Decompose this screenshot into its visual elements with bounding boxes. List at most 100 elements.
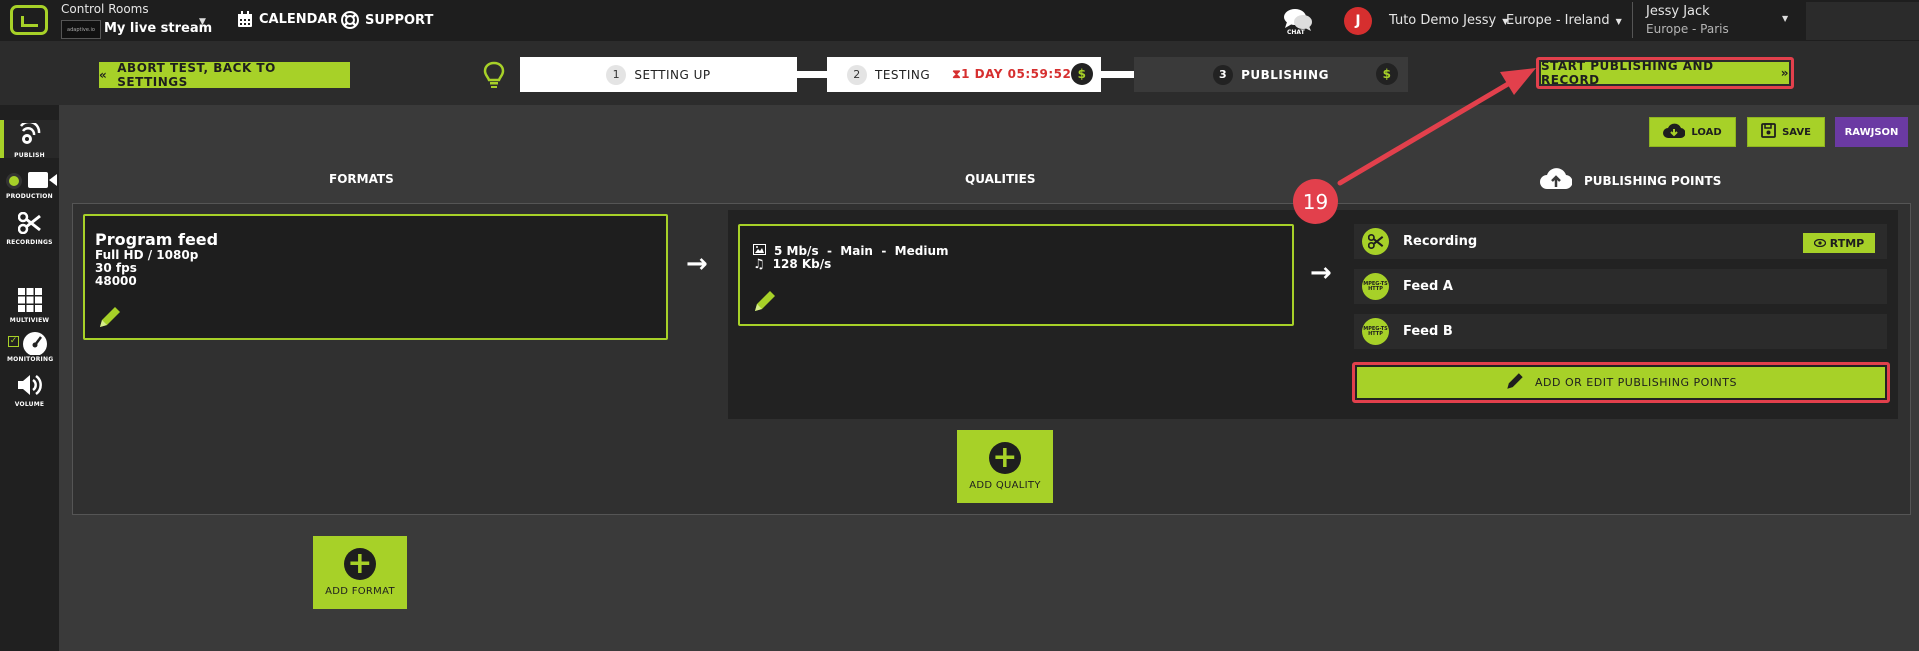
- dollar-icon: $: [1071, 63, 1093, 85]
- step-callout-badge: 19: [1293, 179, 1338, 224]
- plus-circle-icon: +: [344, 548, 376, 580]
- eye-icon: [1813, 237, 1826, 250]
- publishing-point-name: Feed B: [1403, 324, 1453, 339]
- region-select[interactable]: Europe - Ireland ▼: [1506, 13, 1622, 28]
- sidebar-label: MONITORING: [7, 356, 54, 363]
- pencil-icon: [1505, 371, 1525, 394]
- publishing-point-row[interactable]: MPEG-TS HTTP Feed A: [1354, 269, 1887, 304]
- chevron-down-icon[interactable]: ▼: [1782, 14, 1788, 23]
- format-resolution: Full HD / 1080p: [95, 248, 199, 262]
- sidebar-label: MULTIVIEW: [9, 317, 50, 324]
- lightbulb-icon[interactable]: [481, 60, 507, 90]
- rawjson-button[interactable]: RAWJSON: [1835, 117, 1908, 147]
- mpeg-ts-http-icon: MPEG-TS HTTP: [1362, 273, 1389, 300]
- nav-support-label: SUPPORT: [365, 12, 434, 28]
- stream-name[interactable]: My live stream: [104, 21, 212, 36]
- format-card[interactable]: Program feed Full HD / 1080p 30 fps 4800…: [83, 214, 668, 340]
- broadcast-icon: [17, 120, 43, 151]
- format-title: Program feed: [95, 230, 219, 249]
- dollar-icon: $: [1376, 63, 1398, 85]
- step-testing: 2 TESTING ⧗1 DAY 05:59:52 $: [827, 57, 1101, 92]
- add-format-button[interactable]: + ADD FORMAT: [313, 536, 407, 609]
- test-timer: ⧗1 DAY 05:59:52: [952, 67, 1071, 82]
- sidebar-item-monitoring[interactable]: [0, 331, 59, 359]
- sidebar-label: PUBLISH: [14, 152, 45, 159]
- pencil-icon[interactable]: [97, 304, 123, 334]
- sidebar-item-production[interactable]: [0, 171, 59, 193]
- hourglass-icon: ⧗: [952, 67, 962, 81]
- calendar-icon: [237, 11, 253, 28]
- add-edit-publishing-points-label: ADD OR EDIT PUBLISHING POINTS: [1535, 376, 1737, 389]
- add-quality-label: ADD QUALITY: [969, 480, 1041, 491]
- nav-calendar-label: CALENDAR: [259, 12, 338, 27]
- arrow-right-icon: →: [686, 249, 708, 279]
- nav-support[interactable]: SUPPORT: [341, 11, 433, 29]
- sidebar-label: VOLUME: [14, 401, 45, 408]
- rtmp-badge[interactable]: RTMP: [1803, 233, 1875, 253]
- pencil-icon[interactable]: [752, 288, 778, 318]
- floppy-icon: [1761, 123, 1776, 141]
- avatar[interactable]: J: [1344, 7, 1372, 35]
- grid-icon: [17, 288, 42, 316]
- add-edit-publishing-points-body[interactable]: ADD OR EDIT PUBLISHING POINTS: [1357, 367, 1885, 398]
- publishing-points-label: PUBLISHING POINTS: [1584, 173, 1722, 188]
- region-select-value: Europe - Ireland: [1506, 13, 1610, 28]
- start-publishing-button-body[interactable]: START PUBLISHING AND RECORD »: [1541, 59, 1789, 87]
- user-name[interactable]: Jessy Jack: [1646, 4, 1710, 19]
- sidebar-item-publish[interactable]: PUBLISH: [0, 120, 59, 159]
- step-number: 2: [847, 64, 867, 85]
- load-button[interactable]: LOAD: [1649, 117, 1736, 147]
- qualities-title: QUALITIES: [965, 172, 1036, 186]
- scissors-icon: [1362, 228, 1389, 255]
- step-number: 1: [606, 64, 627, 85]
- add-edit-publishing-points-button[interactable]: ADD OR EDIT PUBLISHING POINTS: [1352, 362, 1890, 403]
- step-label: SETTING UP: [634, 67, 711, 82]
- stream-logo: adaptive.io: [61, 20, 101, 39]
- mpeg-ts-http-icon: MPEG-TS HTTP: [1362, 318, 1389, 345]
- abort-test-button[interactable]: « ABORT TEST, BACK TO SETTINGS: [99, 61, 350, 89]
- app-logo-icon[interactable]: [10, 5, 48, 35]
- save-label: SAVE: [1782, 126, 1811, 138]
- section-label: Control Rooms: [61, 2, 149, 16]
- publishing-point-name: Recording: [1403, 234, 1478, 249]
- org-select[interactable]: Tuto Demo Jessy ▼: [1389, 13, 1508, 28]
- step-connector: [1101, 71, 1134, 78]
- sidebar-item-volume[interactable]: VOLUME: [0, 374, 59, 408]
- quality-audio: 128 Kb/s: [772, 257, 832, 271]
- formats-title: FORMATS: [329, 172, 394, 186]
- divider: [1632, 2, 1633, 38]
- double-chevron-left-icon: «: [99, 68, 108, 82]
- step-setting-up: 1 SETTING UP: [520, 57, 797, 92]
- quality-card[interactable]: 5 Mb/s - Main - Medium ♫ 128 Kb/s: [738, 224, 1294, 326]
- sidebar-item-multiview[interactable]: MULTIVIEW: [0, 288, 59, 324]
- start-publishing-button[interactable]: START PUBLISHING AND RECORD »: [1536, 57, 1794, 89]
- nav-calendar[interactable]: CALENDAR: [237, 11, 338, 28]
- chat-label: CHAT: [1287, 29, 1305, 36]
- start-publishing-label: START PUBLISHING AND RECORD: [1541, 59, 1714, 87]
- lifebuoy-icon: [341, 11, 359, 29]
- rtmp-badge-label: RTMP: [1829, 236, 1865, 250]
- chevron-down-icon[interactable]: ▼: [199, 17, 206, 27]
- add-quality-button[interactable]: + ADD QUALITY: [957, 430, 1053, 503]
- org-select-value: Tuto Demo Jessy: [1389, 13, 1497, 28]
- publishing-point-row[interactable]: MPEG-TS HTTP Feed B: [1354, 314, 1887, 349]
- speaker-icon: [16, 374, 44, 400]
- cloud-upload-icon: [1540, 167, 1573, 194]
- quality-audio-line: ♫ 128 Kb/s: [753, 257, 1279, 272]
- step-label: PUBLISHING: [1241, 67, 1329, 82]
- gauge-icon: [21, 331, 49, 359]
- add-format-label: ADD FORMAT: [325, 586, 395, 597]
- load-label: LOAD: [1691, 126, 1722, 138]
- quality-video-line: 5 Mb/s - Main - Medium: [753, 244, 1279, 258]
- format-fps: 30 fps: [95, 261, 137, 275]
- save-button[interactable]: SAVE: [1747, 117, 1825, 147]
- step-number: 3: [1213, 64, 1234, 85]
- publishing-point-row[interactable]: Recording RTMP: [1354, 224, 1887, 259]
- cloud-download-icon: [1663, 123, 1686, 142]
- user-timezone: Europe - Paris: [1646, 22, 1729, 36]
- step-connector: [797, 71, 827, 78]
- music-note-icon: ♫: [753, 257, 765, 272]
- sidebar-item-recordings[interactable]: RECORDINGS: [0, 211, 59, 246]
- step-label: TESTING: [875, 67, 931, 82]
- double-chevron-right-icon: »: [1780, 66, 1789, 80]
